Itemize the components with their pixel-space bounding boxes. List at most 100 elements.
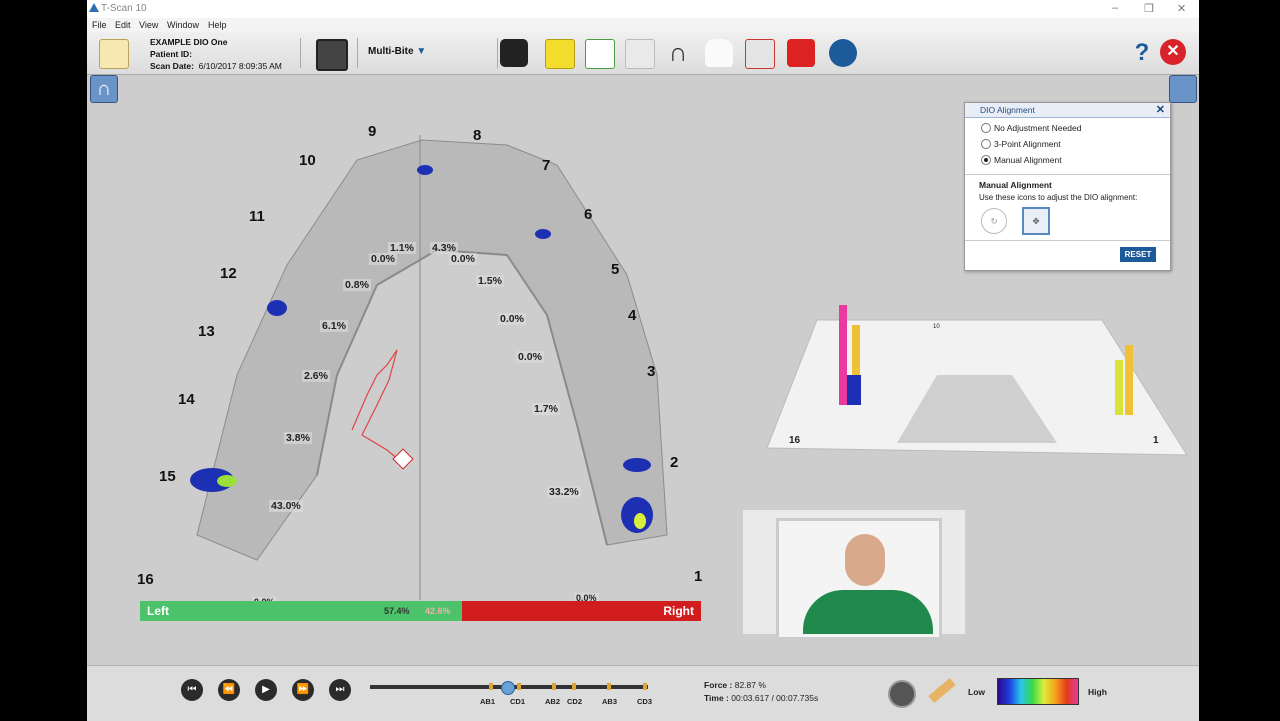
play-button[interactable]: ▶ bbox=[255, 679, 277, 701]
contact-hotspot bbox=[535, 229, 551, 239]
pressure-timing-icon[interactable] bbox=[829, 39, 857, 67]
tooth-number: 6 bbox=[584, 206, 593, 223]
close-icon[interactable]: ✕ bbox=[1156, 103, 1165, 117]
timeline-thumb[interactable] bbox=[501, 681, 515, 695]
layers-icon[interactable] bbox=[625, 39, 655, 69]
left-force-fill bbox=[140, 601, 462, 621]
bite-label: CD3 bbox=[637, 697, 653, 706]
contact-hotspot bbox=[417, 165, 433, 175]
manual-alignment-heading: Manual Alignment bbox=[979, 180, 1052, 190]
radio-3-point-alignment[interactable] bbox=[981, 139, 991, 149]
cof-marker-icon bbox=[392, 448, 414, 470]
menu-edit[interactable]: Edit bbox=[115, 20, 131, 30]
tooth-number: 11 bbox=[249, 208, 265, 225]
option-label: Manual Alignment bbox=[994, 155, 1062, 165]
tooth-number: 12 bbox=[220, 265, 237, 282]
tooth-number: 1 bbox=[694, 568, 703, 585]
chevron-down-icon: ▼ bbox=[416, 46, 427, 57]
multi-bite-label: Multi-Bite bbox=[368, 46, 414, 57]
tscan-logo-icon bbox=[89, 3, 99, 12]
camera-icon[interactable] bbox=[500, 39, 528, 67]
help-icon[interactable]: ? bbox=[1128, 39, 1156, 67]
menu-bar: File Edit View Window Help bbox=[87, 18, 1199, 32]
title-bar: T-Scan 10 – ❐ ✕ bbox=[87, 0, 1199, 18]
move-icon[interactable]: ✥ bbox=[1022, 207, 1050, 235]
rotate-icon[interactable]: ↻ bbox=[981, 208, 1007, 234]
fast-forward-button[interactable]: ⏩ bbox=[292, 679, 314, 701]
webcam-feed bbox=[743, 510, 965, 640]
arch-outline bbox=[196, 139, 668, 561]
tooth-number: 9 bbox=[368, 123, 377, 140]
bite-marker bbox=[517, 683, 521, 690]
scan-date-label: Scan Date: bbox=[150, 61, 194, 71]
tooth-number: 7 bbox=[542, 157, 551, 174]
scale-high-label: High bbox=[1088, 687, 1107, 697]
dio-panel-header: DIO Alignment ✕ bbox=[965, 103, 1170, 118]
bite-label: CD2 bbox=[567, 697, 583, 706]
toolbar: EXAMPLE DIO One Patient ID: Scan Date: 6… bbox=[87, 32, 1199, 75]
force-column bbox=[1115, 360, 1123, 415]
toolbar-separator bbox=[300, 38, 301, 68]
tooth-number: 16 bbox=[137, 571, 154, 588]
time-value: 00:03.617 / 00:07.735s bbox=[731, 693, 819, 703]
exit-icon[interactable]: ✕ bbox=[1160, 39, 1186, 65]
arch-view-icon[interactable]: ∩ bbox=[664, 39, 692, 67]
cof-trajectory bbox=[351, 349, 406, 466]
tooth-number: 3 bbox=[647, 363, 656, 380]
contact-hotspot bbox=[634, 513, 646, 529]
contact-percentage: 0.8% bbox=[343, 279, 371, 291]
radio-no-adjustment[interactable] bbox=[981, 123, 991, 133]
multi-bite-dropdown[interactable]: Multi-Bite ▼ bbox=[368, 46, 426, 57]
right-side-label: Right bbox=[663, 604, 694, 618]
bite-marker bbox=[643, 683, 647, 690]
dsd-app-icon[interactable] bbox=[787, 39, 815, 67]
bite-marker bbox=[607, 683, 611, 690]
divider bbox=[965, 174, 1170, 175]
contact-percentage: 3.8% bbox=[284, 432, 312, 444]
presenter-head bbox=[845, 534, 885, 586]
tooth-number: 8 bbox=[473, 127, 482, 144]
option-label: 3-Point Alignment bbox=[994, 139, 1061, 149]
tooth-number: 2 bbox=[670, 454, 679, 471]
force-balance-bar: Left 57.4% 42.6% Right bbox=[140, 601, 701, 621]
maximize-button[interactable]: ❐ bbox=[1144, 2, 1154, 15]
menu-help[interactable]: Help bbox=[208, 20, 227, 30]
bite-marker bbox=[552, 683, 556, 690]
left-side-label: Left bbox=[147, 604, 169, 618]
menu-window[interactable]: Window bbox=[167, 20, 199, 30]
reset-button[interactable]: RESET bbox=[1120, 247, 1156, 262]
time-label: Time : bbox=[704, 693, 729, 703]
tooth-number: 14 bbox=[178, 391, 195, 408]
sensitivity-gauge-icon[interactable] bbox=[888, 680, 916, 708]
tooth-number: 13 bbox=[198, 323, 215, 340]
tooth-number: 4 bbox=[628, 307, 637, 324]
tooth-number: 10 bbox=[299, 152, 316, 169]
bite-label: AB2 bbox=[545, 697, 561, 706]
rewind-button[interactable]: ⏪ bbox=[218, 679, 240, 701]
bite-label: CD1 bbox=[510, 697, 526, 706]
bite-label: AB3 bbox=[602, 697, 618, 706]
sensor-icon[interactable] bbox=[928, 678, 956, 703]
force-label: Force : bbox=[704, 680, 733, 690]
contact-percentage: 0.0% bbox=[516, 351, 544, 363]
tooth-number: 5 bbox=[611, 261, 620, 278]
patient-card-icon[interactable] bbox=[99, 39, 129, 69]
menu-view[interactable]: View bbox=[139, 20, 158, 30]
contact-percentage: 33.2% bbox=[547, 486, 581, 498]
menu-file[interactable]: File bbox=[92, 20, 107, 30]
radio-manual-alignment[interactable] bbox=[981, 155, 991, 165]
close-window-button[interactable]: ✕ bbox=[1177, 2, 1186, 15]
sticky-note-icon[interactable] bbox=[545, 39, 575, 69]
skip-end-button[interactable]: ⏭ bbox=[329, 679, 351, 701]
minimize-button[interactable]: – bbox=[1112, 2, 1118, 14]
graph-icon[interactable] bbox=[585, 39, 615, 69]
force-column bbox=[839, 305, 847, 405]
plot-left-label: 16 bbox=[789, 435, 801, 446]
option-label: No Adjustment Needed bbox=[994, 123, 1082, 133]
tooth-icon[interactable] bbox=[705, 39, 733, 67]
save-icon[interactable] bbox=[316, 39, 348, 71]
tscan-app-window: T-Scan 10 – ❐ ✕ File Edit View Window He… bbox=[87, 0, 1199, 721]
skip-start-button[interactable]: ⏮ bbox=[181, 679, 203, 701]
tooth-remove-icon[interactable] bbox=[745, 39, 775, 69]
contact-percentage: 1.7% bbox=[532, 403, 560, 415]
